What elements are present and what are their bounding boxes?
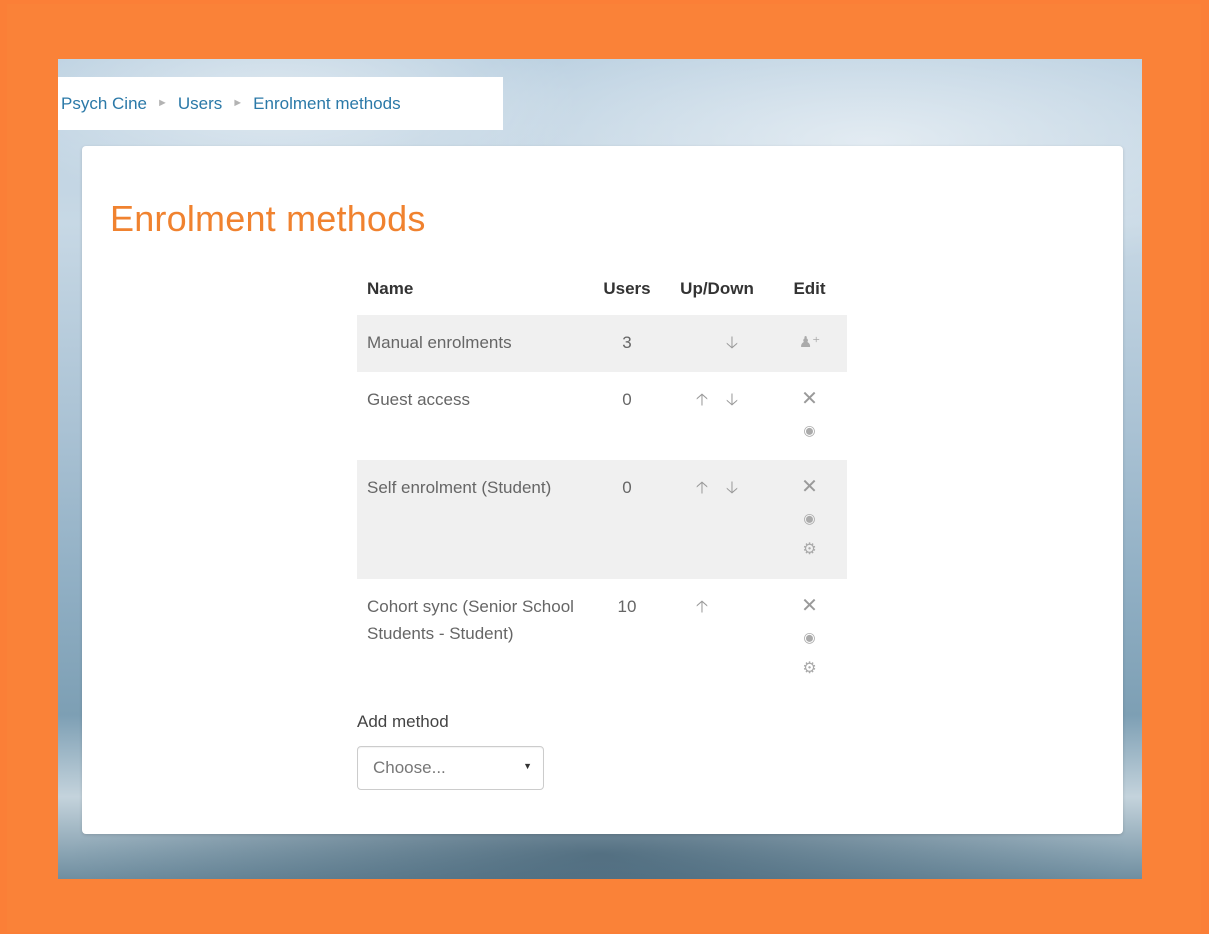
hide-icon[interactable]: ◉ [803, 417, 815, 448]
move-up-icon[interactable]: 🡡 [694, 474, 710, 501]
breadcrumb-separator-icon: ► [156, 96, 168, 109]
move-down-icon[interactable]: 🡣 [724, 474, 740, 501]
dropdown-caret-icon: ▼ [523, 761, 532, 771]
add-method-selected-value: Choose... [373, 758, 446, 777]
method-name: Cohort sync (Senior School Students - St… [367, 597, 574, 643]
delete-icon[interactable]: ✕ [801, 474, 818, 505]
breadcrumb-item-course[interactable]: Psych Cine [61, 94, 147, 114]
hide-icon[interactable]: ◉ [803, 624, 815, 655]
table-header-row: Name Users Up/Down Edit [357, 263, 847, 315]
method-users-count: 0 [622, 390, 632, 409]
empty-slot [724, 593, 740, 620]
breadcrumb: Psych Cine ► Users ► Enrolment methods [58, 77, 503, 130]
table-row: Cohort sync (Senior School Students - St… [357, 579, 847, 698]
settings-icon[interactable]: ⚙ [802, 655, 816, 686]
edit-cell: ✕ ◉ ⚙ [772, 460, 847, 579]
breadcrumb-separator-icon: ► [232, 96, 244, 109]
move-down-icon[interactable]: 🡣 [724, 329, 740, 356]
enrol-users-icon[interactable]: ♟⁺ [799, 329, 820, 360]
empty-slot [694, 329, 710, 356]
delete-icon[interactable]: ✕ [801, 593, 818, 624]
method-name: Self enrolment (Student) [357, 460, 592, 579]
move-up-icon[interactable]: 🡡 [694, 593, 710, 620]
table-row: Guest access 0 🡡 🡣 ✕ ◉ [357, 372, 847, 460]
updown-cell: 🡡 [662, 579, 772, 698]
breadcrumb-item-enrolment-methods[interactable]: Enrolment methods [253, 94, 400, 114]
hide-icon[interactable]: ◉ [803, 505, 815, 536]
method-users-count: 3 [592, 315, 662, 372]
method-users-count: 10 [617, 597, 637, 616]
edit-cell: ✕ ◉ [772, 372, 847, 460]
table-row: Self enrolment (Student) 0 🡡 🡣 ✕ ◉ ⚙ [357, 460, 847, 579]
method-users-count: 0 [592, 460, 662, 579]
method-name: Guest access [367, 390, 470, 409]
main-panel: Enrolment methods Name Users Up/Down Edi… [82, 146, 1123, 834]
column-header-name: Name [367, 279, 414, 298]
enrolment-methods-table: Name Users Up/Down Edit Manual enrolment… [357, 263, 847, 698]
method-name: Manual enrolments [357, 315, 592, 372]
column-header-updown: Up/Down [680, 279, 754, 298]
browser-screen: Psych Cine ► Users ► Enrolment methods E… [58, 59, 1142, 879]
delete-icon[interactable]: ✕ [801, 386, 818, 417]
updown-cell: 🡣 [662, 315, 772, 372]
move-down-icon[interactable]: 🡣 [724, 386, 740, 413]
add-method-label: Add method [357, 712, 449, 731]
edit-cell: ✕ ◉ ⚙ [772, 579, 847, 698]
page-title: Enrolment methods [110, 198, 426, 239]
add-method-select[interactable]: Choose... ▼ [357, 746, 544, 790]
updown-cell: 🡡 🡣 [662, 460, 772, 579]
settings-icon[interactable]: ⚙ [802, 536, 816, 567]
breadcrumb-item-users[interactable]: Users [178, 94, 222, 114]
updown-cell: 🡡 🡣 [662, 372, 772, 460]
edit-cell: ♟⁺ [772, 315, 847, 372]
column-header-users: Users [603, 279, 651, 298]
column-header-edit: Edit [793, 279, 826, 298]
table-row: Manual enrolments 3 🡣 ♟⁺ [357, 315, 847, 372]
move-up-icon[interactable]: 🡡 [694, 386, 710, 413]
